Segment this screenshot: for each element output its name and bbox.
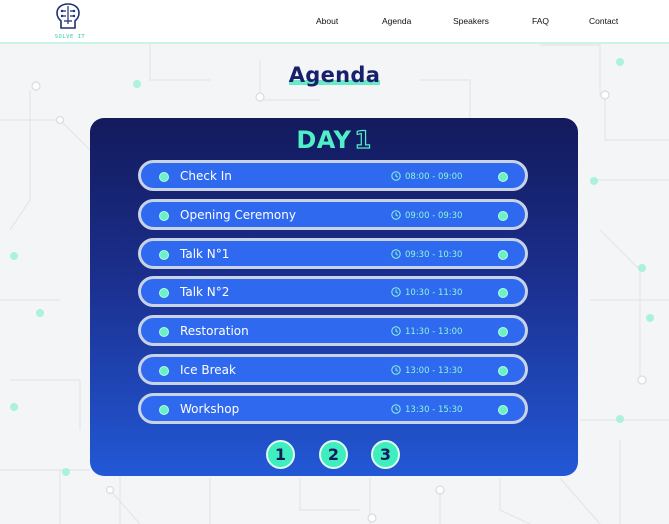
clock-icon	[391, 171, 401, 181]
day-pager: 1 2 3	[90, 440, 578, 472]
agenda-item[interactable]: Talk N°1 09:30 - 10:30	[138, 237, 528, 269]
nav-speakers[interactable]: Speakers	[453, 16, 489, 26]
nav-agenda[interactable]: Agenda	[382, 16, 411, 26]
agenda-time-text: 09:00 - 09:30	[405, 210, 463, 221]
bullet-icon	[498, 404, 508, 415]
agenda-time-text: 13:00 - 13:30	[405, 366, 463, 376]
site-header: SOLVE IT About Agenda Speakers FAQ Conta…	[0, 0, 669, 42]
agenda-item-label: Talk N°2	[180, 285, 230, 300]
logo-text: SOLVE IT	[54, 34, 86, 40]
agenda-item[interactable]: Restoration 11:30 - 13:00	[138, 315, 528, 347]
nav-faq[interactable]: FAQ	[532, 16, 549, 26]
bullet-icon	[498, 288, 508, 299]
clock-icon	[391, 326, 401, 336]
agenda-item-time: 09:00 - 09:30	[391, 210, 462, 221]
agenda-item-time: 13:00 - 13:30	[391, 365, 462, 376]
bullet-icon	[159, 172, 169, 182]
bullet-icon	[498, 172, 508, 182]
main-nav: About Agenda Speakers FAQ Contact	[0, 16, 669, 30]
section-title: Agenda	[0, 63, 669, 87]
bullet-icon	[159, 404, 169, 415]
clock-icon	[391, 287, 401, 298]
clock-icon	[391, 404, 401, 414]
bullet-icon	[498, 366, 508, 376]
agenda-item[interactable]: Check In 08:00 - 09:00	[138, 160, 528, 191]
day-label: DAY	[296, 126, 352, 154]
day-2-button[interactable]: 2	[319, 440, 348, 469]
agenda-item-time: 08:00 - 09:00	[391, 171, 462, 182]
agenda-item-label: Check In	[180, 169, 232, 183]
bullet-icon	[159, 366, 169, 376]
agenda-item-time: 09:30 - 10:30	[391, 248, 463, 260]
bullet-icon	[498, 327, 508, 338]
nav-contact[interactable]: Contact	[589, 16, 618, 26]
bullet-icon	[159, 249, 169, 260]
agenda-card: DAY 1 Check In 08:00 - 09:00 Opening Ceremo…	[90, 118, 578, 476]
agenda-time-text: 08:00 - 09:00	[405, 172, 463, 182]
agenda-item[interactable]: Talk N°2 10:30 - 11:30	[138, 276, 528, 308]
agenda-item-label: Restoration	[180, 324, 249, 339]
agenda-item[interactable]: Workshop 13:30 - 15:30	[138, 392, 528, 424]
agenda-item-label: Ice Break	[180, 363, 236, 377]
bullet-icon	[159, 327, 169, 338]
day-heading: DAY 1	[90, 125, 578, 154]
nav-about[interactable]: About	[316, 16, 338, 26]
agenda-heading: Agenda	[288, 63, 381, 87]
agenda-item-label: Workshop	[180, 401, 240, 416]
agenda-item-label: Opening Ceremony	[180, 207, 296, 222]
bullet-icon	[498, 249, 508, 260]
agenda-item[interactable]: Ice Break 13:00 - 13:30	[138, 354, 528, 385]
day-number: 1	[354, 125, 372, 154]
bullet-icon	[159, 288, 169, 299]
agenda-time-text: 11:30 - 13:00	[405, 327, 463, 338]
clock-icon	[391, 365, 401, 375]
agenda-item[interactable]: Opening Ceremony 09:00 - 09:30	[138, 198, 528, 230]
agenda-item-time: 13:30 - 15:30	[391, 404, 462, 415]
bullet-icon	[159, 210, 169, 221]
clock-icon	[391, 248, 401, 259]
agenda-item-time: 10:30 - 11:30	[391, 287, 462, 298]
day-1-button[interactable]: 1	[266, 440, 295, 469]
bullet-icon	[498, 210, 508, 221]
agenda-item-time: 11:30 - 13:00	[391, 326, 462, 337]
day-3-button[interactable]: 3	[371, 440, 400, 469]
clock-icon	[391, 210, 401, 220]
agenda-time-text: 13:30 - 15:30	[405, 404, 463, 415]
agenda-item-label: Talk N°1	[180, 246, 230, 261]
agenda-time-text: 10:30 - 11:30	[405, 288, 463, 299]
agenda-time-text: 09:30 - 10:30	[405, 249, 463, 260]
